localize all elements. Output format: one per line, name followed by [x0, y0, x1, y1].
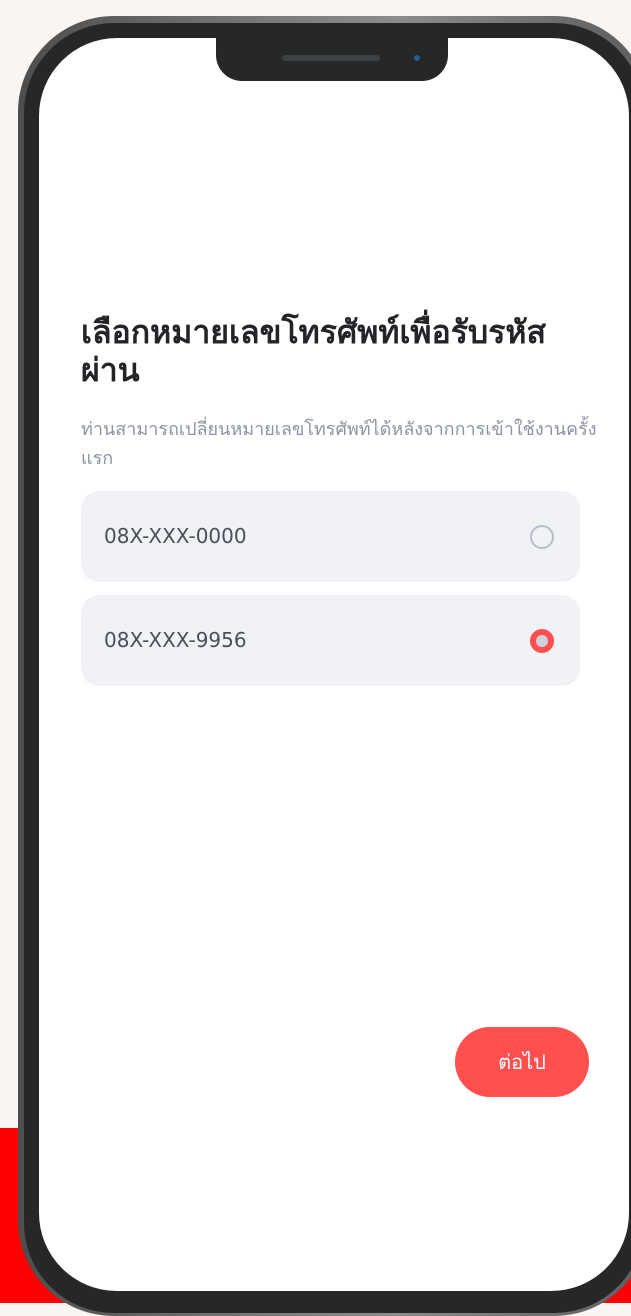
phone-option-1[interactable]: 08X-XXX-0000: [81, 491, 580, 582]
page-title: เลือกหมายเลขโทรศัพท์เพื่อรับรหัสผ่าน: [81, 313, 546, 389]
speaker-grille: [282, 55, 380, 61]
phone-option-label: 08X-XXX-0000: [104, 524, 247, 548]
phone-option-2[interactable]: 08X-XXX-9956: [81, 595, 580, 686]
radio-button-unselected[interactable]: [530, 525, 554, 549]
page-subtitle: ท่านสามารถเปลี่ยนหมายเลขโทรศัพท์ได้หลังจ…: [81, 419, 597, 469]
phone-notch: [216, 37, 448, 81]
front-camera-icon: [414, 55, 420, 61]
phone-screen: เลือกหมายเลขโทรศัพท์เพื่อรับรหัสผ่าน ท่า…: [39, 38, 629, 1291]
next-button[interactable]: ต่อไป: [455, 1027, 589, 1097]
phone-option-label: 08X-XXX-9956: [104, 628, 247, 652]
radio-button-selected[interactable]: [530, 629, 554, 653]
